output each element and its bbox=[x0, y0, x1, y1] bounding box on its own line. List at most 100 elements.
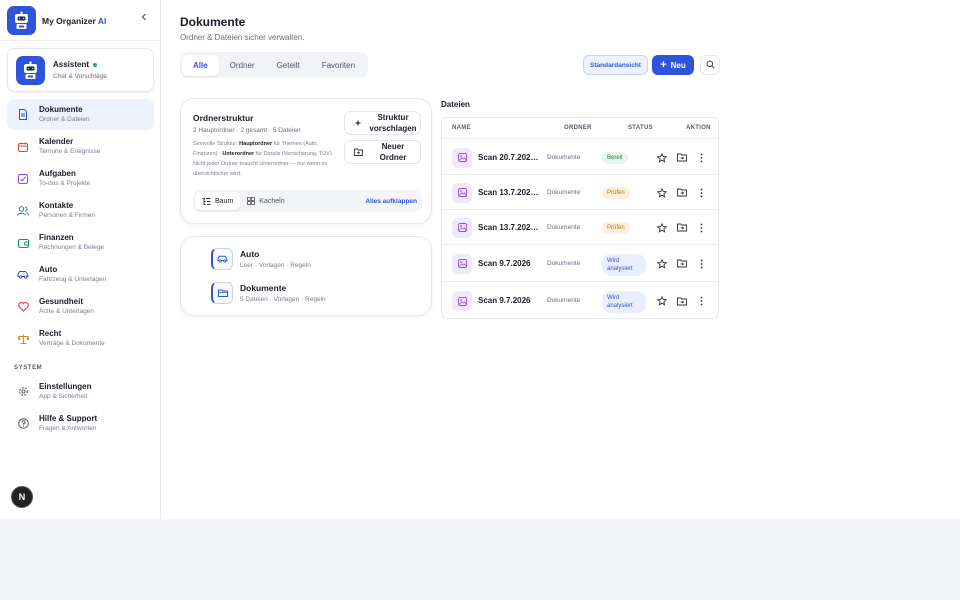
files-title: Dateien bbox=[441, 100, 470, 109]
status-badge: Wird analysiert bbox=[602, 253, 646, 276]
tab-ordner[interactable]: Ordner bbox=[219, 55, 266, 76]
folder-item[interactable]: Auto Leer · Vorlagen · Regeln bbox=[211, 248, 311, 270]
tab-favoriten[interactable]: Favoriten bbox=[311, 55, 366, 76]
app-name: My Organizer AI bbox=[42, 15, 107, 26]
move-to-folder-icon[interactable] bbox=[676, 222, 688, 234]
sidebar-item-label: Finanzen bbox=[39, 233, 74, 242]
collapse-sidebar-icon[interactable] bbox=[140, 13, 148, 24]
plus-icon: + bbox=[660, 59, 667, 71]
view-switcher: Baum Kacheln Alles aufklappen bbox=[193, 190, 422, 212]
move-to-folder-icon[interactable] bbox=[676, 152, 688, 164]
status-badge: Prüfen bbox=[602, 186, 630, 199]
file-folder: Dokumente bbox=[547, 223, 581, 231]
image-file-icon bbox=[452, 217, 472, 238]
table-row[interactable]: Scan 13.7.2026 … Dokumente Prüfen bbox=[442, 210, 718, 245]
new-button-label: Neu bbox=[670, 60, 686, 70]
car-icon bbox=[17, 269, 29, 281]
sidebar-item-label: Recht bbox=[39, 329, 62, 338]
suggest-structure-button[interactable]: Struktur vorschlagen bbox=[344, 111, 421, 135]
star-icon[interactable] bbox=[656, 258, 668, 270]
star-icon[interactable] bbox=[656, 187, 668, 199]
sidebar-item-kontakte[interactable]: Kontakte Personen & Firmen bbox=[7, 195, 154, 226]
folder-name: Auto bbox=[240, 249, 260, 259]
file-name: Scan 9.7.2026 bbox=[478, 296, 531, 305]
move-to-folder-icon[interactable] bbox=[676, 187, 688, 199]
move-to-folder-icon[interactable] bbox=[676, 295, 688, 307]
new-button[interactable]: + Neu bbox=[652, 55, 694, 75]
tree-view-toggle[interactable]: Baum bbox=[195, 192, 241, 210]
sidebar-item-label: Gesundheit bbox=[39, 297, 84, 306]
col-name: NAME bbox=[452, 125, 471, 131]
sidebar-item-sub: Personen & Firmen bbox=[39, 212, 95, 219]
sidebar-item-kalender[interactable]: Kalender Termine & Ereignisse bbox=[7, 131, 154, 162]
status-badge: Wird analysiert bbox=[602, 291, 646, 313]
next-dev-badge[interactable]: N bbox=[11, 486, 33, 508]
gear-icon bbox=[17, 386, 29, 398]
sidebar-item-dokumente[interactable]: Dokumente Ordner & Dateien bbox=[7, 99, 154, 130]
image-file-icon bbox=[452, 147, 472, 168]
app-window: My Organizer AI Assistent Chat & Vorschl… bbox=[0, 0, 960, 520]
sidebar-item-sub: App & Sicherheit bbox=[39, 393, 88, 400]
sidebar-item-label: Aufgaben bbox=[39, 169, 76, 178]
star-icon[interactable] bbox=[656, 152, 668, 164]
file-folder: Dokumente bbox=[547, 153, 581, 161]
sidebar-item-sub: Ärzte & Unterlagen bbox=[39, 308, 94, 315]
image-file-icon bbox=[452, 253, 472, 274]
table-row[interactable]: Scan 9.7.2026 Dokumente Wird analysiert bbox=[442, 282, 718, 320]
sparkle-icon bbox=[350, 119, 366, 127]
sidebar-item-sub: To-dos & Projekte bbox=[39, 180, 91, 187]
sidebar-item-sub: Termine & Ereignisse bbox=[39, 148, 101, 155]
robot-logo-icon bbox=[7, 6, 36, 35]
tiles-view-toggle[interactable]: Kacheln bbox=[240, 192, 291, 210]
sidebar-item-hilfe-support[interactable]: Hilfe & Support Fragen & Antworten bbox=[7, 408, 154, 439]
table-row[interactable]: Scan 13.7.2026 … Dokumente Prüfen bbox=[442, 175, 718, 210]
more-options-icon[interactable] bbox=[695, 295, 707, 307]
more-options-icon[interactable] bbox=[695, 152, 707, 164]
tab-geteilt[interactable]: Geteilt bbox=[266, 55, 311, 76]
sidebar-item-recht[interactable]: Recht Verträge & Dokumente bbox=[7, 323, 154, 354]
sidebar-item-auto[interactable]: Auto Fahrzeug & Unterlagen bbox=[7, 259, 154, 290]
sidebar-item-sub: Verträge & Dokumente bbox=[39, 340, 105, 347]
expand-all-link[interactable]: Alles aufklappen bbox=[365, 198, 417, 205]
car-icon bbox=[211, 248, 233, 270]
folder-item[interactable]: Dokumente 5 Dateien · Vorlagen · Regeln bbox=[211, 282, 326, 304]
tab-alle[interactable]: Alle bbox=[182, 54, 219, 76]
new-folder-button[interactable]: Neuer Ordner bbox=[344, 140, 421, 164]
sidebar-item-sub: Rechnungen & Belege bbox=[39, 244, 105, 251]
standard-view-button[interactable]: Standardansicht bbox=[583, 55, 648, 75]
wallet-icon bbox=[17, 237, 29, 249]
table-row[interactable]: Scan 20.7.2026 … Dokumente Bereit bbox=[442, 140, 718, 175]
status-badge: Bereit bbox=[602, 151, 628, 164]
brand[interactable]: My Organizer AI bbox=[7, 6, 106, 35]
star-icon[interactable] bbox=[656, 222, 668, 234]
search-button[interactable] bbox=[700, 55, 720, 75]
sidebar-item-label: Kalender bbox=[39, 137, 74, 146]
assistant-card[interactable]: Assistent Chat & Vorschläge bbox=[7, 48, 154, 92]
tree-list-icon bbox=[202, 197, 211, 205]
col-action: AKTION bbox=[686, 125, 711, 131]
assistant-subtitle: Chat & Vorschläge bbox=[53, 73, 107, 80]
sidebar-item-gesundheit[interactable]: Gesundheit Ärzte & Unterlagen bbox=[7, 291, 154, 322]
col-folder: ORDNER bbox=[564, 125, 592, 131]
sidebar-item-einstellungen[interactable]: Einstellungen App & Sicherheit bbox=[7, 376, 154, 407]
more-options-icon[interactable] bbox=[695, 222, 707, 234]
files-table-header: NAME ORDNER STATUS AKTION bbox=[442, 118, 718, 139]
calendar-icon bbox=[17, 141, 29, 153]
star-icon[interactable] bbox=[656, 295, 668, 307]
more-options-icon[interactable] bbox=[695, 187, 707, 199]
file-name: Scan 9.7.2026 bbox=[478, 258, 531, 268]
sidebar-item-sub: Fahrzeug & Unterlagen bbox=[39, 276, 107, 283]
sidebar-item-finanzen[interactable]: Finanzen Rechnungen & Belege bbox=[7, 227, 154, 258]
filter-tabs: Alle Ordner Geteilt Favoriten bbox=[180, 52, 369, 78]
scale-icon bbox=[17, 333, 29, 345]
grid-icon bbox=[247, 197, 256, 205]
sidebar-item-aufgaben[interactable]: Aufgaben To-dos & Projekte bbox=[7, 163, 154, 194]
folder-plus-icon bbox=[350, 148, 366, 156]
sidebar-item-label: Hilfe & Support bbox=[39, 414, 98, 423]
robot-icon bbox=[16, 55, 45, 85]
move-to-folder-icon[interactable] bbox=[676, 258, 688, 270]
file-folder: Dokumente bbox=[547, 259, 581, 267]
structure-meta: 2 Hauptordner · 2 gesamt · 5 Dateien bbox=[193, 127, 301, 134]
table-row[interactable]: Scan 9.7.2026 Dokumente Wird analysiert bbox=[442, 245, 718, 282]
more-options-icon[interactable] bbox=[695, 258, 707, 270]
